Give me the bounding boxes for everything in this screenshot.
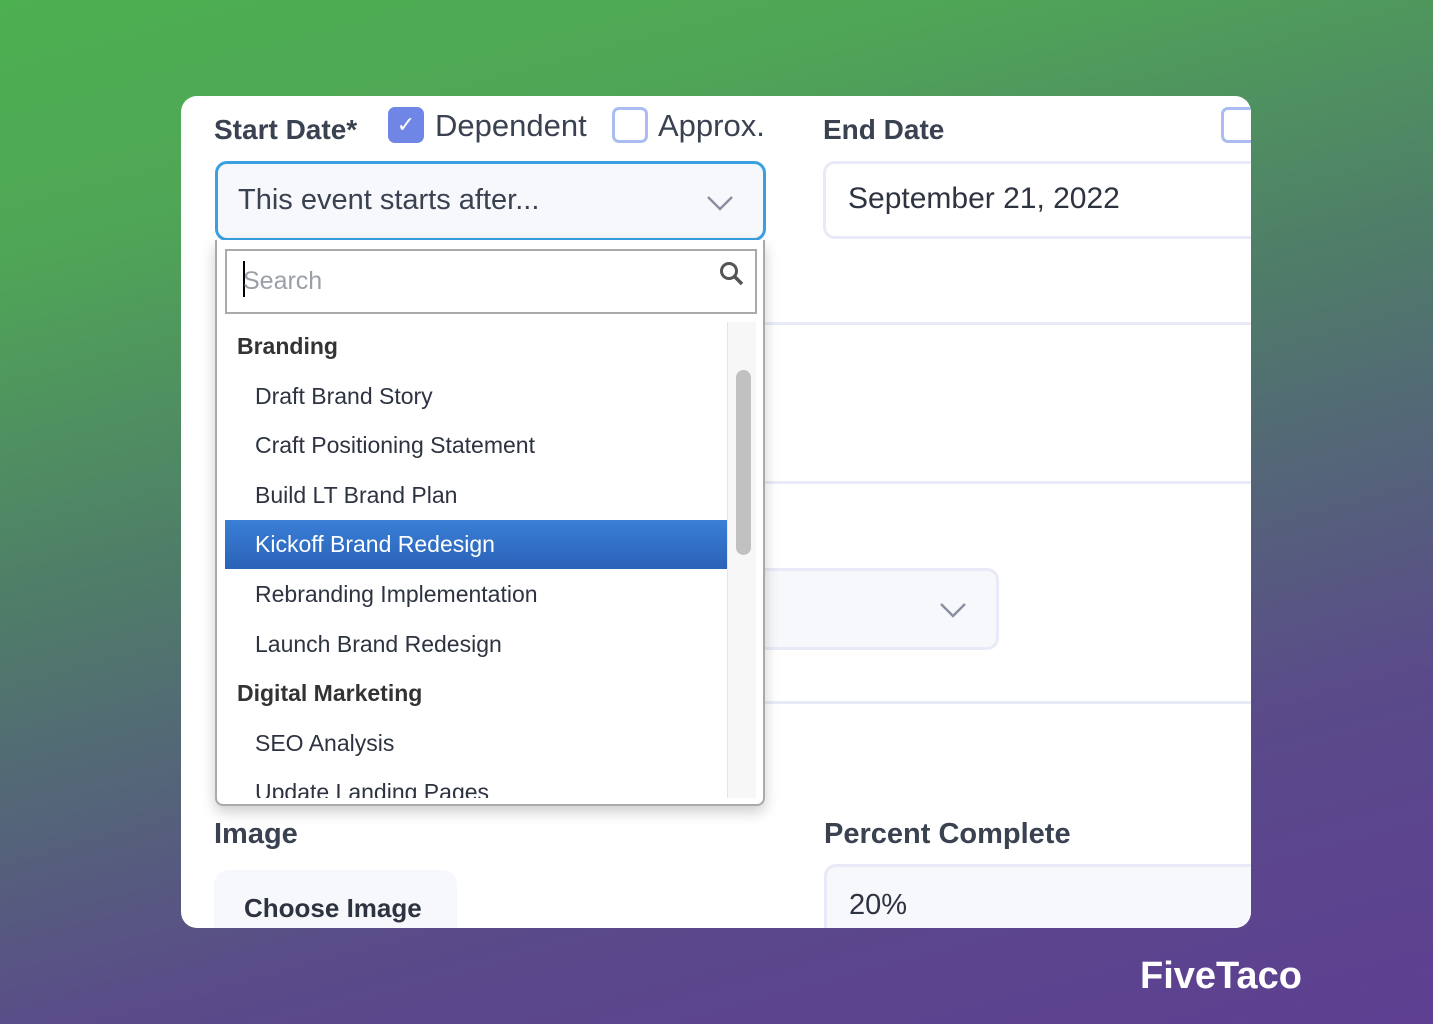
choose-image-button[interactable]: Choose Image	[214, 870, 457, 928]
divider	[741, 481, 1251, 484]
fivetaco-logo: FiveTaco	[1140, 955, 1302, 997]
scrollbar-thumb[interactable]	[736, 370, 751, 555]
chevron-down-icon	[940, 603, 966, 618]
dropdown-option[interactable]: Build LT Brand Plan	[225, 471, 727, 520]
search-placeholder: Search	[243, 267, 323, 295]
percent-value: 20%	[849, 889, 908, 921]
dropdown-group-header: Branding	[237, 333, 338, 359]
dropdown-option[interactable]: Launch Brand Redesign	[225, 620, 727, 669]
divider	[741, 322, 1251, 325]
dropdown-list: Branding Draft Brand Story Craft Positioni…	[225, 322, 727, 798]
end-date-input[interactable]: September 21, 2022	[823, 161, 1251, 239]
dependent-checkbox[interactable]: ✓	[388, 107, 424, 143]
dropdown-group-header: Digital Marketing	[237, 680, 423, 707]
search-icon	[720, 262, 744, 286]
search-input[interactable]: Search	[225, 249, 757, 314]
approx-checkbox[interactable]	[612, 107, 648, 143]
check-icon: ✓	[396, 112, 416, 137]
dropdown-option[interactable]: Craft Positioning Statement	[225, 421, 727, 470]
start-date-select[interactable]: This event starts after...	[215, 161, 766, 241]
scrollbar-track[interactable]	[727, 322, 756, 798]
start-date-label: Start Date*	[214, 114, 358, 145]
divider	[741, 701, 1251, 704]
end-date-label: End Date	[823, 114, 945, 145]
dropdown-option[interactable]: Update Landing Pages	[225, 768, 727, 798]
approx-label: Approx.	[658, 108, 765, 143]
dropdown-option[interactable]: Draft Brand Story	[225, 372, 727, 421]
choose-image-label: Choose Image	[244, 893, 422, 923]
event-form-card: Start Date* ✓ Dependent Approx. This eve…	[181, 96, 1251, 928]
dropdown-panel: Search Branding Draft Brand Story Craft Po…	[215, 240, 765, 806]
dependent-label: Dependent	[435, 108, 587, 143]
end-date-value: September 21, 2022	[848, 182, 1120, 215]
image-label: Image	[214, 818, 298, 850]
percent-complete-input[interactable]: 20%	[824, 864, 1251, 928]
percent-complete-label: Percent Complete	[824, 818, 1071, 850]
dropdown-option[interactable]: Rebranding Implementation	[225, 570, 727, 619]
dropdown-option[interactable]: Kickoff Brand Redesign	[225, 520, 727, 570]
dropdown-option[interactable]: SEO Analysis	[225, 719, 727, 768]
chevron-down-icon	[707, 196, 733, 211]
start-date-select-value: This event starts after...	[238, 184, 540, 216]
end-date-checkbox[interactable]	[1221, 107, 1251, 143]
